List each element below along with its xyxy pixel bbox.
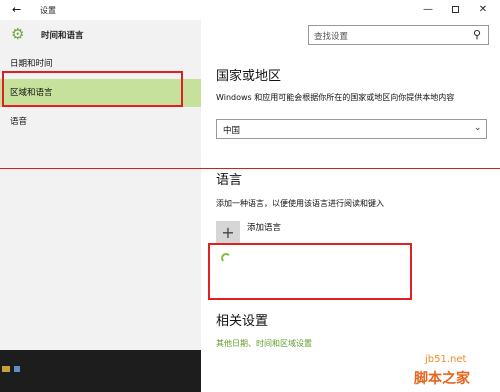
title-bar: ← 设置 — ✕ — [0, 0, 500, 20]
country-select[interactable]: 中国 ⌄ — [216, 119, 487, 139]
window-title: 设置 — [40, 6, 56, 15]
chevron-down-icon: ⌄ — [474, 123, 482, 133]
sidebar-title: 时间和语言 — [41, 31, 84, 41]
country-heading: 国家或地区 — [216, 69, 282, 84]
watermark-logo: 脚本之家 — [414, 371, 470, 387]
related-settings-link[interactable]: 其他日期、时间和区域设置 — [216, 338, 312, 349]
close-button[interactable]: ✕ — [472, 2, 494, 18]
country-description: Windows 和应用可能会根据你所在的国家或地区向你提供本地内容 — [216, 93, 455, 102]
annotation-box-region — [2, 71, 183, 107]
search-placeholder: 查找设置 — [314, 32, 349, 42]
maximize-button[interactable] — [444, 2, 466, 18]
settings-window: ← 设置 — ✕ ⚙ 时间和语言 日期和时间 区域和语言 语音 查找设置 ⚲ 国… — [0, 0, 500, 392]
app-icon — [14, 366, 20, 372]
gear-icon: ⚙ — [11, 25, 25, 43]
annotation-line — [0, 168, 500, 169]
plus-icon: + — [221, 223, 235, 242]
add-language-label[interactable]: 添加语言 — [247, 221, 281, 233]
language-heading: 语言 — [216, 173, 243, 188]
annotation-box-language — [208, 243, 412, 300]
folder-icon — [2, 366, 10, 372]
minimize-button[interactable]: — — [417, 2, 439, 18]
search-input[interactable]: 查找设置 ⚲ — [308, 25, 489, 45]
main-content: 查找设置 ⚲ 国家或地区 Windows 和应用可能会根据你所在的国家或地区向你… — [201, 20, 500, 392]
language-description: 添加一种语言，以便使用该语言进行阅读和键入 — [216, 199, 384, 208]
taskbar-fragment — [0, 350, 201, 392]
related-settings-heading: 相关设置 — [216, 314, 269, 329]
country-selected-value: 中国 — [223, 126, 241, 136]
maximize-icon — [451, 5, 459, 13]
sidebar-header: ⚙ 时间和语言 — [0, 20, 201, 50]
watermark-url: jb51.net — [425, 354, 467, 365]
back-icon[interactable]: ← — [12, 3, 21, 17]
add-language-button[interactable]: + — [216, 221, 240, 245]
sidebar-item-speech[interactable]: 语音 — [0, 108, 201, 136]
search-icon[interactable]: ⚲ — [473, 28, 481, 41]
